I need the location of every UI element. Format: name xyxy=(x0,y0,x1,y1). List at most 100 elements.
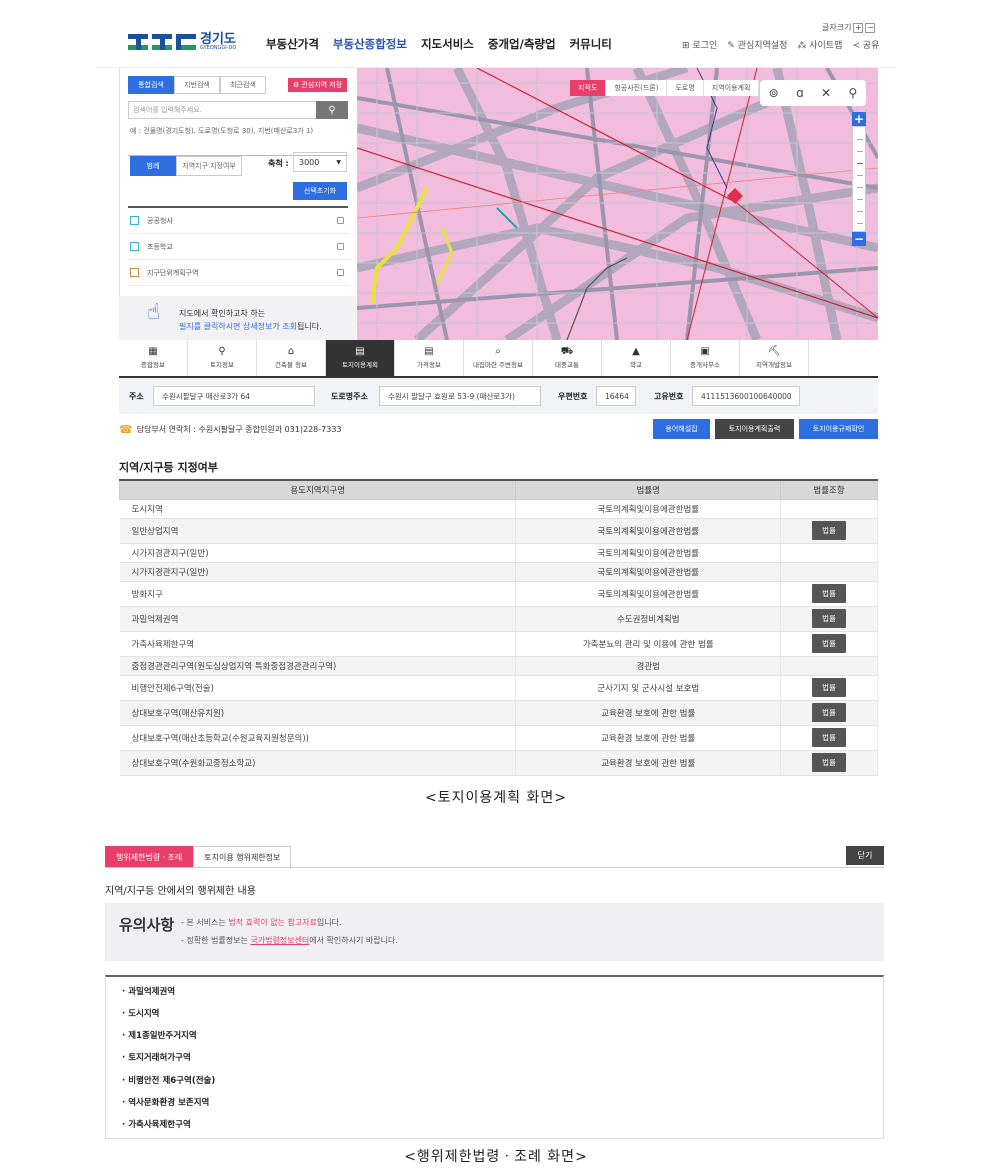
tab-aerial-photo[interactable]: 항공사진(드론) xyxy=(606,80,668,96)
tab-realtor[interactable]: ▣ 중개사무소 xyxy=(671,340,740,376)
tab-transit[interactable]: ⛟ 대중교통 xyxy=(533,340,602,376)
notice-line-2: - 정확한 법률정보는 국가법령정보센터에서 확인하시기 바랍니다. xyxy=(181,936,398,945)
tab-nearby-info[interactable]: ⌕ 내집마련 주변정보 xyxy=(464,340,533,376)
zip-field[interactable]: 16464 xyxy=(596,386,636,406)
list-item[interactable]: · 토지거래허가구역 xyxy=(122,1051,191,1063)
list-item[interactable]: · 비행안전 제6구역(전술) xyxy=(122,1074,215,1086)
law-button[interactable]: 법률 xyxy=(812,634,846,653)
law-button[interactable]: 법률 xyxy=(812,609,846,628)
tab-restriction-law[interactable]: 행위제한법령ㆍ조례 xyxy=(105,846,194,868)
nav-item-info[interactable]: 부동산종합정보 xyxy=(333,36,407,52)
check-regulation-button[interactable]: 토지이용규제확인 xyxy=(799,419,878,439)
tab-zone-designation[interactable]: 지역지구 지정여부 xyxy=(176,156,242,176)
law-name-cell: 국토의계획및이용에관한법률 xyxy=(515,499,782,519)
road-address-field[interactable]: 수원시 팔달구 효원로 53-9 (매산로3가) xyxy=(379,386,541,406)
tab-land-info[interactable]: ⚲ 토지정보 xyxy=(188,340,257,376)
unique-id-field[interactable]: 4111513600100640000 xyxy=(692,386,800,406)
law-button[interactable]: 법률 xyxy=(812,678,846,697)
law-center-link[interactable]: 국가법령정보센터 xyxy=(250,936,309,945)
tab-cadastral-map[interactable]: 지적도 xyxy=(570,80,607,96)
pin-icon[interactable]: ⚲ xyxy=(849,86,858,100)
layer-checkbox[interactable] xyxy=(337,217,344,224)
layer-tabs: 범례 지역지구 지정여부 xyxy=(130,156,242,176)
tab-recent-search[interactable]: 최근검색 xyxy=(220,76,266,94)
tab-integrated-search[interactable]: 통합검색 xyxy=(128,76,174,94)
list-item[interactable]: · 제1종일반주거지역 xyxy=(122,1029,197,1041)
law-button[interactable]: 법률 xyxy=(812,703,846,722)
zoom-slider[interactable] xyxy=(852,126,866,232)
nav-item-map[interactable]: 지도서비스 xyxy=(421,36,474,52)
list-item[interactable]: · 가축사육제한구역 xyxy=(122,1118,191,1130)
nav-item-price[interactable]: 부동산가격 xyxy=(266,36,319,52)
law-name-cell: 수도권정비계획법 xyxy=(515,606,782,632)
reset-selection-button[interactable]: 선택초기화 xyxy=(293,182,347,200)
law-button[interactable]: 법률 xyxy=(812,584,846,603)
list-item[interactable]: · 과밀억제권역 xyxy=(122,985,175,997)
layer-item[interactable]: 지구단위계획구역 xyxy=(128,260,350,286)
hint-text-1: 지도에서 확인하고자 하는 xyxy=(179,309,266,318)
layer-color-swatch xyxy=(130,242,139,251)
zoom-in-button[interactable]: + xyxy=(852,112,866,126)
road-address-label: 도로명주소 xyxy=(331,392,368,401)
layer-checkbox[interactable] xyxy=(337,269,344,276)
caption-restriction: <행위제한법령ㆍ조례 화면> xyxy=(404,1149,588,1165)
info-tabs: ▦ 종합정보 ⚲ 토지정보 ⌂ 건축물 정보 ▤ 토지이용계획 ▤ 가격정보 ⌕ 내집마련 … xyxy=(119,340,878,378)
tab-regional-dev[interactable]: ⛏ 지역개발정보 xyxy=(740,340,809,376)
address-field[interactable]: 수원시팔달구 매산로3가 64 xyxy=(153,386,315,406)
glossary-button[interactable]: 용어해설집 xyxy=(653,419,710,439)
nav-item-broker[interactable]: 중개업/측량업 xyxy=(488,36,556,52)
map-marker-icon xyxy=(727,188,743,204)
clear-tools-icon[interactable]: ✕ xyxy=(821,86,831,100)
nav-item-community[interactable]: 커뮤니티 xyxy=(570,36,612,52)
print-plan-button[interactable]: 토지이용계획출력 xyxy=(715,419,794,439)
zone-section-title: 지역/지구등 지정여부 xyxy=(119,461,218,474)
search-input[interactable]: 검색어를 입력해주세요. xyxy=(128,101,348,119)
measure-area-icon[interactable]: ɑ xyxy=(796,86,804,100)
save-interest-button[interactable]: ⚙ 관심지역 저장 xyxy=(288,78,348,92)
law-button[interactable]: 법률 xyxy=(812,753,846,772)
table-row: 시가지경관지구(일반) 국토의계획및이용에관한법률 xyxy=(119,543,878,563)
pencil-icon: ✎ xyxy=(727,41,735,51)
law-article-cell: 법률 xyxy=(780,675,878,701)
caption-land-use: <토지이용계획 화면> xyxy=(425,790,567,806)
tab-road-name[interactable]: 도로명 xyxy=(667,80,704,96)
list-item[interactable]: · 도시지역 xyxy=(122,1007,159,1019)
tab-restriction-info[interactable]: 토지이용 행위제한정보 xyxy=(193,846,292,868)
layer-checkbox[interactable] xyxy=(337,243,344,250)
zoom-out-button[interactable]: − xyxy=(852,232,866,246)
tab-building-info[interactable]: ⌂ 건축물 정보 xyxy=(257,340,326,376)
law-article-cell: 법률 xyxy=(780,725,878,751)
gyeonggi-logo[interactable]: 경기도 GYEONGGI-DO xyxy=(128,32,236,52)
close-button[interactable]: 닫기 xyxy=(846,846,884,865)
font-decrease-button[interactable]: − xyxy=(865,22,876,33)
sitemap-link[interactable]: ⁂ 사이트맵 xyxy=(797,38,842,51)
col-law-name: 법률명 xyxy=(515,479,782,500)
notice-title: 유의사항 xyxy=(119,916,175,934)
login-link[interactable]: ⊞ 로그인 xyxy=(682,38,717,51)
tab-price-info[interactable]: ▤ 가격정보 xyxy=(395,340,464,376)
layer-item[interactable]: 초등학교 xyxy=(128,234,350,260)
tab-school[interactable]: ▲ 학교 xyxy=(602,340,671,376)
font-increase-button[interactable]: + xyxy=(853,22,864,33)
layer-color-swatch xyxy=(130,216,139,225)
cadastral-map[interactable] xyxy=(357,68,878,340)
logo-subtext: GYEONGGI-DO xyxy=(200,45,237,51)
map-canvas xyxy=(357,68,878,340)
law-button[interactable]: 법률 xyxy=(812,728,846,747)
layer-item[interactable]: 공공청사 xyxy=(128,208,350,234)
law-button[interactable]: 법률 xyxy=(812,521,846,540)
search-button[interactable]: ⚲ xyxy=(316,101,348,119)
tab-land-use-plan[interactable]: 지역이용계획 xyxy=(703,80,760,96)
tab-general-info[interactable]: ▦ 종합정보 xyxy=(119,340,188,376)
interest-region-link[interactable]: ✎ 관심지역설정 xyxy=(727,38,787,51)
contact-info: ☎ 담당부서 연락처 : 수원시팔달구 종합민원과 031)228-7333 xyxy=(119,423,342,436)
scale-select[interactable]: 3000 ▼ xyxy=(293,152,347,172)
tab-lot-search[interactable]: 지번검색 xyxy=(174,76,220,94)
tab-legend[interactable]: 범례 xyxy=(130,156,176,176)
location-target-icon[interactable]: ⊚ xyxy=(769,86,779,100)
share-icon: ≺ xyxy=(852,41,860,51)
list-item[interactable]: · 역사문화환경 보존지역 xyxy=(122,1096,209,1108)
tab-land-use-plan[interactable]: ▤ 토지이용계획 xyxy=(326,340,395,376)
share-link[interactable]: ≺ 공유 xyxy=(852,38,879,51)
font-size-label: 글자크기 xyxy=(822,23,852,32)
